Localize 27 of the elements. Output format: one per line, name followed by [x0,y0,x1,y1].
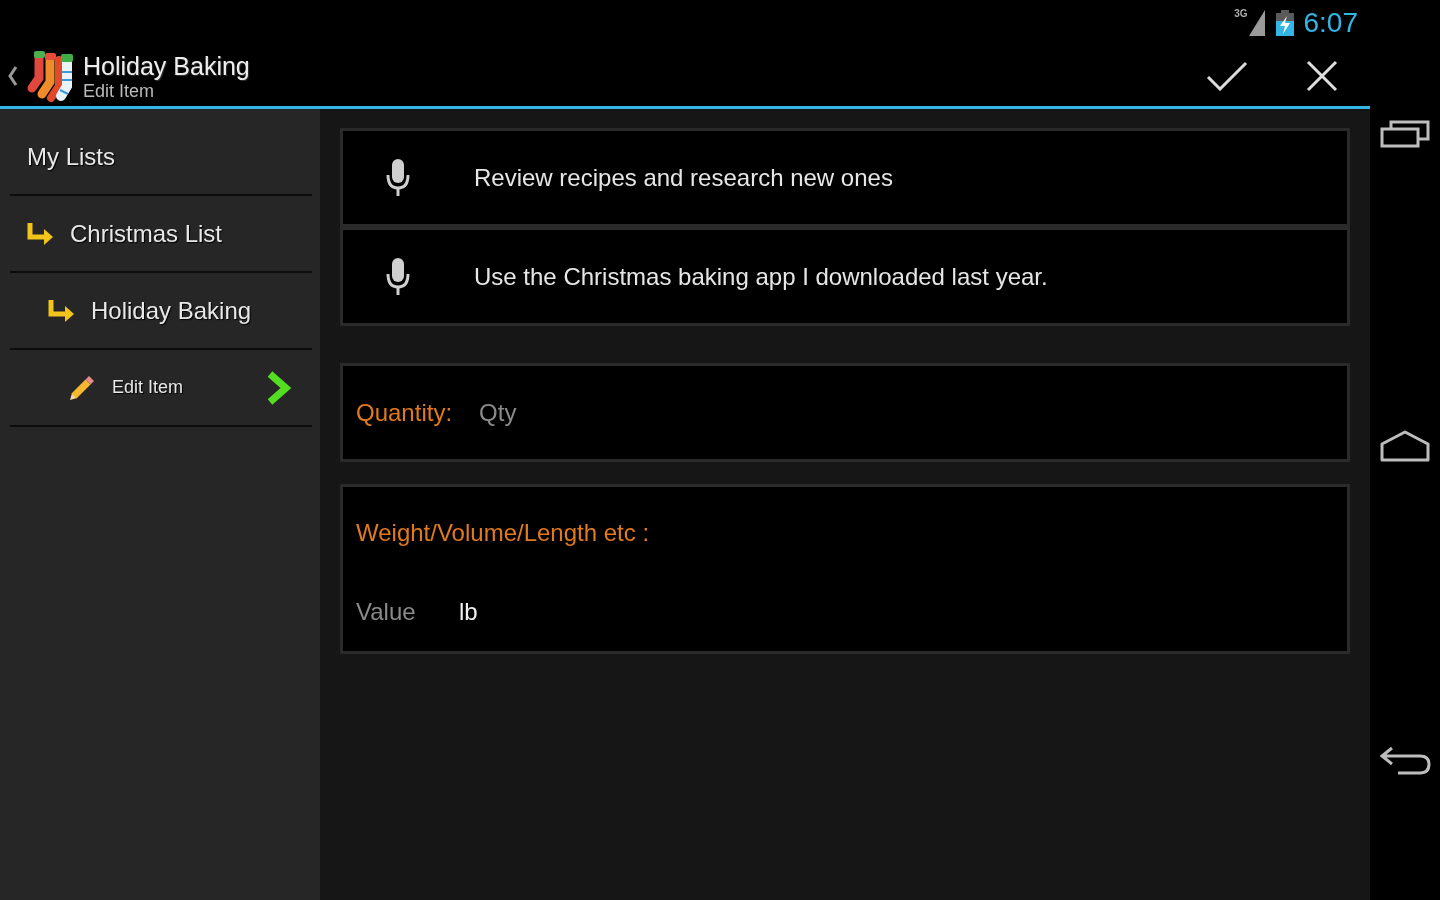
microphone-icon[interactable] [385,257,411,296]
network-type-label: 3G [1234,8,1248,19]
value-input[interactable]: Value [356,598,459,626]
sidebar-item[interactable]: My Lists [27,142,115,171]
pencil-icon [69,374,95,401]
turn-arrow-icon [27,222,53,245]
field-label: Quantity: [356,398,453,427]
text-input[interactable]: Review recipes and research new ones [474,163,1327,192]
close-icon[interactable] [1306,59,1338,92]
microphone-icon[interactable] [385,158,411,197]
unit-selector[interactable]: lb [459,598,478,626]
check-icon[interactable] [1206,60,1248,91]
back-icon[interactable] [1378,744,1432,778]
turn-arrow-icon [48,299,74,322]
signal-icon [1248,9,1265,36]
field-label: Weight/Volume/Length etc : [356,519,650,547]
quantity-input[interactable]: Qty [479,398,1327,427]
screen-title: Holiday Baking [83,50,250,81]
battery-charging-icon [1274,9,1295,36]
recent-apps-icon[interactable] [1380,120,1430,148]
sidebar-item[interactable]: Edit Item [112,377,184,398]
sidebar-item[interactable]: Christmas List [70,219,223,248]
screen-subtitle: Edit Item [83,80,156,101]
sidebar-item[interactable]: Holiday Baking [91,296,252,325]
home-icon[interactable] [1380,430,1430,462]
clock-time: 6:07 [1303,6,1358,39]
text-input[interactable]: Use the Christmas baking app I downloaded last year. [474,262,1327,291]
